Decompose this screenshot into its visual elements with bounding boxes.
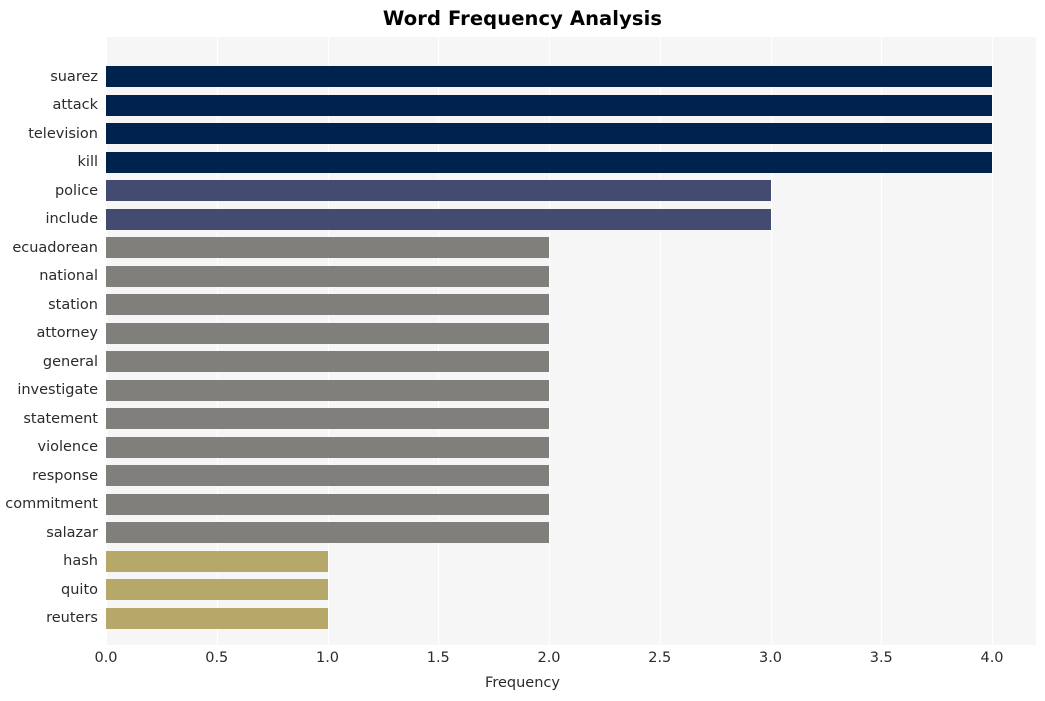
x-axis-tick-label: 2.0	[537, 650, 561, 666]
x-axis-tick-label: 1.0	[315, 650, 340, 666]
gridline-x-8	[992, 37, 993, 645]
y-axis-tick-label: commitment	[5, 496, 98, 512]
x-axis-tick-label: 0.5	[205, 650, 229, 666]
y-axis-tick-label: police	[54, 182, 98, 199]
y-axis-tick-label: salazar	[46, 524, 98, 541]
x-axis-tick-label: 3.0	[758, 650, 783, 666]
y-axis-tick-label: investigate	[17, 382, 98, 398]
bar	[106, 550, 328, 572]
bar	[106, 265, 549, 287]
bar	[106, 94, 992, 116]
bar	[106, 123, 992, 144]
bar	[106, 465, 549, 486]
y-axis-tick-label: ecuadorean	[12, 239, 98, 256]
y-axis-tick-label: general	[42, 353, 98, 370]
bar	[106, 607, 328, 629]
chart-title: Word Frequency Analysis	[382, 7, 663, 30]
bar	[106, 151, 992, 173]
y-axis-tick-label: statement	[23, 410, 98, 427]
bar	[106, 66, 992, 87]
bar	[106, 579, 328, 600]
bar	[106, 351, 549, 372]
bar	[106, 493, 549, 515]
y-axis-tick-label: kill	[77, 154, 98, 170]
bar	[106, 436, 549, 458]
bar	[106, 237, 549, 258]
y-axis-tick-label: reuters	[46, 610, 98, 626]
bar	[106, 322, 549, 344]
y-axis-tick-label: hash	[63, 553, 98, 569]
bar	[106, 408, 549, 429]
x-axis-tick-label: 2.5	[648, 650, 672, 666]
bar	[106, 379, 549, 401]
y-axis-tick-label: national	[39, 268, 98, 284]
y-axis-tick-label: response	[32, 467, 98, 484]
y-axis-tick-label: suarez	[50, 68, 98, 85]
y-axis-tick-label: quito	[61, 581, 98, 598]
y-axis-tick-label: attorney	[36, 325, 98, 341]
x-axis-tick-label: 0.0	[94, 650, 118, 666]
x-axis-label: Frequency	[485, 675, 560, 691]
x-axis-tick-label: 3.5	[869, 650, 893, 666]
x-axis-tick-label: 1.5	[426, 650, 450, 666]
bar	[106, 208, 771, 230]
y-axis-tick-label: television	[28, 125, 98, 142]
chart-figure: Word Frequency Analysis suarez attack tele…	[0, 0, 1045, 701]
plot-area	[106, 37, 1036, 645]
bar	[106, 180, 771, 201]
y-axis-tick-label: include	[45, 211, 98, 227]
bar	[106, 294, 549, 315]
x-axis-tick-label: 4.0	[980, 650, 1004, 666]
y-axis-tick-label: attack	[52, 97, 98, 113]
bar	[106, 522, 549, 543]
y-axis-tick-label: station	[48, 296, 98, 313]
y-axis-tick-label: violence	[37, 439, 98, 455]
